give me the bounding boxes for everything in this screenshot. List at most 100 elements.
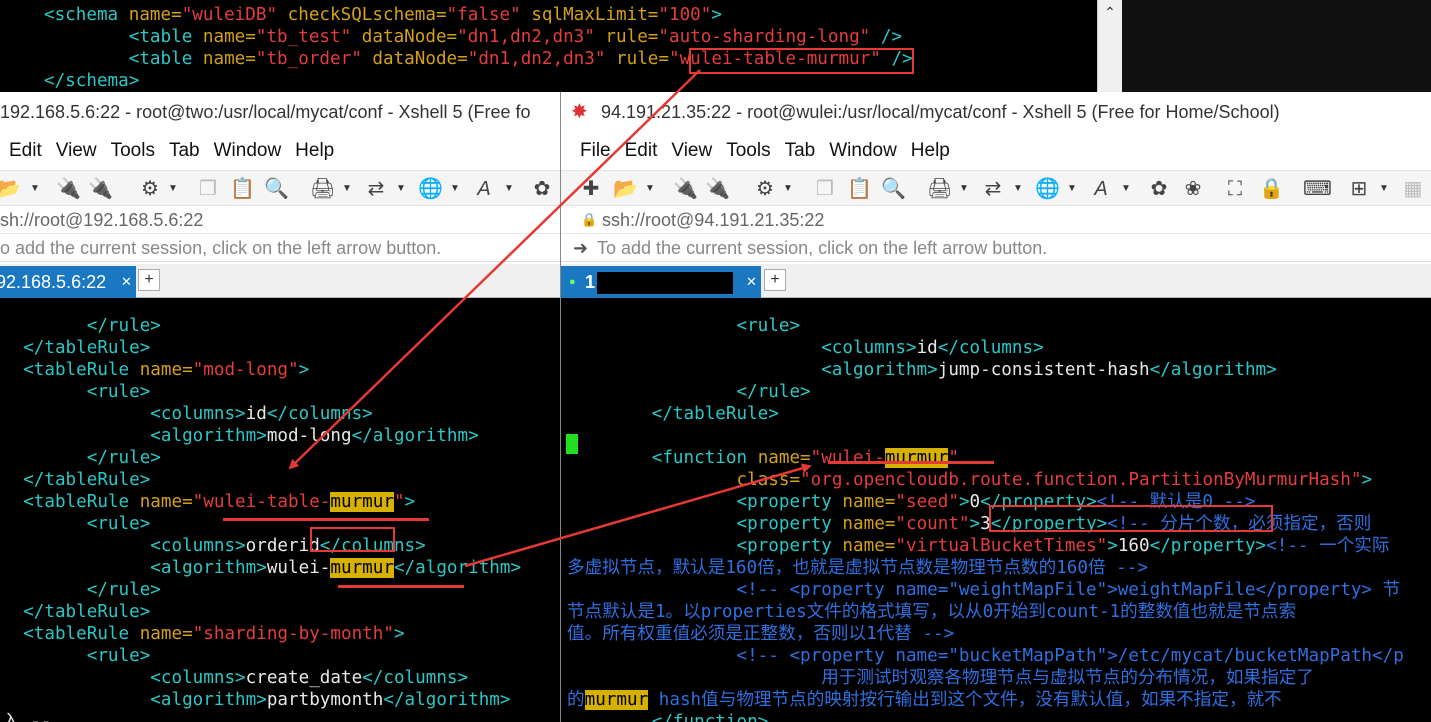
add-tab-button[interactable]: + xyxy=(764,269,786,291)
new-session-icon[interactable]: ✚ xyxy=(579,177,603,201)
chevron-down-icon[interactable]: ▼ xyxy=(1379,183,1389,194)
session-arrow-icon[interactable]: ➜ xyxy=(573,234,588,262)
menu-help[interactable]: Help xyxy=(295,136,334,166)
menu-view[interactable]: View xyxy=(671,136,712,166)
right-address-bar[interactable]: 🔒 ssh://root@94.191.21.35:22 xyxy=(561,206,1431,234)
layout-icon[interactable]: ▦ xyxy=(1401,177,1425,201)
terminal-line: <columns>create_date</columns> xyxy=(2,667,468,689)
font-icon[interactable]: A xyxy=(1089,177,1113,201)
chevron-down-icon[interactable]: ▼ xyxy=(342,183,352,194)
code-token: <algorithm> xyxy=(150,690,267,710)
terminal-line: 用于测试时观察各物理节点与虚拟节点的分布情况，如果指定了 xyxy=(567,667,1314,689)
chevron-down-icon[interactable]: ▼ xyxy=(1067,183,1077,194)
top-scrollbar[interactable]: ⌃ xyxy=(1097,0,1122,92)
new-tab-icon[interactable]: ⊞ xyxy=(1347,177,1371,201)
close-icon[interactable]: ✕ xyxy=(121,266,132,298)
chevron-down-icon[interactable]: ▼ xyxy=(783,183,793,194)
disconnect-icon[interactable]: 🔌 xyxy=(88,177,113,201)
window-title: 192.168.5.6:22 - root@two:/usr/local/myc… xyxy=(0,102,531,122)
lock-icon[interactable]: 🔒 xyxy=(1259,177,1284,201)
chevron-down-icon[interactable]: ▼ xyxy=(1013,183,1023,194)
chevron-down-icon[interactable]: ▼ xyxy=(1121,183,1131,194)
chevron-down-icon[interactable]: ▼ xyxy=(450,183,460,194)
fullscreen-icon[interactable]: ⛶ xyxy=(1223,177,1247,201)
terminal-line: 节点默认是1。以properties文件的格式填写，以从0开始到count-1的… xyxy=(567,601,1296,623)
code-token: orderid xyxy=(245,536,320,556)
disconnect-icon[interactable]: 🔌 xyxy=(705,177,730,201)
code-token: <rule> xyxy=(86,646,151,666)
chevron-down-icon[interactable]: ▼ xyxy=(396,183,406,194)
code-token: > xyxy=(1361,470,1373,490)
menu-help[interactable]: Help xyxy=(911,136,950,166)
code-token: > xyxy=(958,492,970,512)
menu-tab[interactable]: Tab xyxy=(169,136,200,166)
paste-icon[interactable]: 📋 xyxy=(847,177,872,201)
code-token: <tableRule xyxy=(23,624,140,644)
code-token: <schema xyxy=(44,5,129,25)
code-token: "virtualBucketTimes" xyxy=(895,536,1108,556)
connect-icon[interactable]: 🔌 xyxy=(673,177,698,201)
xmanager-icon[interactable]: ❀ xyxy=(1181,177,1205,201)
code-token: rule= xyxy=(605,49,669,69)
copy-icon[interactable]: ❐ xyxy=(196,177,220,201)
open-folder-icon[interactable]: 📂 xyxy=(0,177,21,201)
menu-tools[interactable]: Tools xyxy=(726,136,770,166)
menu-view[interactable]: View xyxy=(56,136,97,166)
menu-tab[interactable]: Tab xyxy=(785,136,816,166)
code-token: "sharding-by-month" xyxy=(192,624,394,644)
left-address-bar[interactable]: sh://root@192.168.5.6:22 xyxy=(0,206,560,234)
code-token: "dn1,dn2,dn3" xyxy=(457,27,595,47)
keyboard-icon[interactable]: ⌨ xyxy=(1303,177,1332,201)
session-tab[interactable]: 92.168.5.6:22 ✕ xyxy=(0,266,136,298)
left-terminal[interactable]: </rule> </tableRule> <tableRule name="mo… xyxy=(0,298,560,722)
menu-window[interactable]: Window xyxy=(829,136,897,166)
add-tab-button[interactable]: + xyxy=(138,269,160,291)
find-icon[interactable]: 🔍 xyxy=(881,177,906,201)
transfer-icon[interactable]: ⇄ xyxy=(981,177,1005,201)
open-folder-icon[interactable]: 📂 xyxy=(613,177,638,201)
terminal-line: <tableRule name="wulei-table-murmur"> xyxy=(2,491,415,513)
connect-icon[interactable]: 🔌 xyxy=(56,177,81,201)
copy-icon[interactable]: ❐ xyxy=(813,177,837,201)
chevron-down-icon[interactable]: ▼ xyxy=(168,183,178,194)
globe-icon[interactable]: 🌐 xyxy=(418,177,443,201)
properties-icon[interactable]: ⚙ xyxy=(138,177,162,201)
properties-icon[interactable]: ⚙ xyxy=(753,177,777,201)
terminal-line: </tableRule> xyxy=(567,403,779,425)
right-xshell-window: ✸ 94.191.21.35:22 - root@wulei:/usr/loca… xyxy=(561,92,1431,722)
menu-file[interactable]: File xyxy=(580,136,611,166)
code-token: <algorithm> xyxy=(821,360,938,380)
menu-tools[interactable]: Tools xyxy=(111,136,155,166)
chevron-down-icon[interactable]: ▼ xyxy=(504,183,514,194)
top-terminal[interactable]: <schema name="wuleiDB" checkSQLschema="f… xyxy=(0,0,1122,92)
close-icon[interactable]: ✕ xyxy=(746,266,757,298)
code-token: 用于测试时观察各物理节点与虚拟节点的分布情况，如果指定了 xyxy=(821,668,1314,688)
find-icon[interactable]: 🔍 xyxy=(264,177,289,201)
xftp-icon[interactable]: ✿ xyxy=(530,177,554,201)
xftp-icon[interactable]: ✿ xyxy=(1147,177,1171,201)
chevron-down-icon[interactable]: ▼ xyxy=(645,183,655,194)
chevron-down-icon[interactable]: ▼ xyxy=(959,183,969,194)
menu-edit[interactable]: Edit xyxy=(625,136,658,166)
left-tab-bar: 92.168.5.6:22 ✕ + xyxy=(0,264,560,298)
menu-window[interactable]: Window xyxy=(214,136,282,166)
paste-icon[interactable]: 📋 xyxy=(230,177,255,201)
code-token: dataNode= xyxy=(361,49,468,69)
print-icon[interactable]: 🖨 xyxy=(310,177,335,201)
scroll-up-icon[interactable]: ⌃ xyxy=(1098,4,1122,21)
code-token: id xyxy=(916,338,938,358)
transfer-icon[interactable]: ⇄ xyxy=(364,177,388,201)
font-icon[interactable]: A xyxy=(472,177,496,201)
menu-edit[interactable]: Edit xyxy=(9,136,42,166)
session-tab[interactable]: ● 1 ✕ xyxy=(561,266,761,298)
print-icon[interactable]: 🖨 xyxy=(927,177,952,201)
chevron-down-icon[interactable]: ▼ xyxy=(30,183,40,194)
globe-icon[interactable]: 🌐 xyxy=(1035,177,1060,201)
